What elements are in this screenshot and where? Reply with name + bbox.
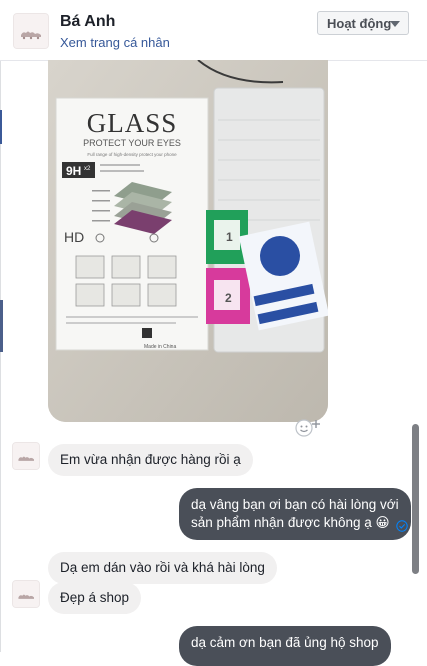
- hardness-badge: 9H: [66, 164, 81, 178]
- caret-down-icon: [390, 21, 400, 27]
- view-profile-link[interactable]: Xem trang cá nhân: [60, 35, 170, 50]
- box-tagline: Full range of high-density protect your …: [87, 152, 177, 157]
- grinning-emoji-icon: 😀: [375, 515, 390, 530]
- glass-screen-protector-box-photo: GLASS PROTECT YOUR EYES Full range of hi…: [48, 60, 328, 422]
- message-incoming[interactable]: Dạ em dán vào rồi và khá hài lòng: [48, 552, 277, 584]
- contact-name[interactable]: Bá Anh: [60, 13, 115, 31]
- made-in-label: Made in China: [144, 344, 176, 350]
- scrollbar-thumb[interactable]: [412, 424, 419, 574]
- pack-number-2: 2: [225, 291, 232, 305]
- shop-avatar-icon: [13, 581, 39, 607]
- hd-label: HD: [64, 229, 84, 245]
- active-status-dropdown[interactable]: Hoạt động: [317, 11, 409, 35]
- photo-message[interactable]: GLASS PROTECT YOUR EYES Full range of hi…: [48, 60, 328, 422]
- hardness-multiplier: x2: [84, 166, 91, 172]
- message-line: sản phẩm nhận được không ạ 😀: [191, 514, 399, 532]
- message-line: dạ vâng bạn ơi bạn có hài lòng với: [191, 497, 399, 512]
- page-edge-marker: [0, 300, 3, 352]
- box-title: GLASS: [87, 108, 178, 138]
- sent-check-icon: [396, 520, 408, 532]
- contact-avatar[interactable]: [12, 442, 40, 470]
- contact-avatar[interactable]: [12, 580, 40, 608]
- message-incoming[interactable]: Em vừa nhận được hàng rồi ạ: [48, 444, 253, 476]
- message-incoming[interactable]: Đẹp á shop: [48, 582, 142, 614]
- pack-number-1: 1: [226, 230, 233, 244]
- box-subtitle: PROTECT YOUR EYES: [83, 138, 181, 148]
- contact-avatar[interactable]: [13, 13, 49, 49]
- message-line-text: sản phẩm nhận được không ạ: [191, 515, 372, 530]
- page-edge-marker: [0, 110, 2, 144]
- shop-avatar-icon: [13, 443, 39, 469]
- message-outgoing[interactable]: dạ cảm ơn bạn đã ủng hộ shop: [179, 626, 391, 666]
- shop-avatar-icon: [14, 14, 48, 48]
- message-outgoing[interactable]: dạ vâng bạn ơi bạn có hài lòng với sản p…: [179, 488, 411, 540]
- active-status-label: Hoạt động: [327, 16, 392, 31]
- chat-header: Bá Anh Xem trang cá nhân Hoạt động: [0, 0, 427, 61]
- emoji-add-icon[interactable]: [294, 416, 322, 438]
